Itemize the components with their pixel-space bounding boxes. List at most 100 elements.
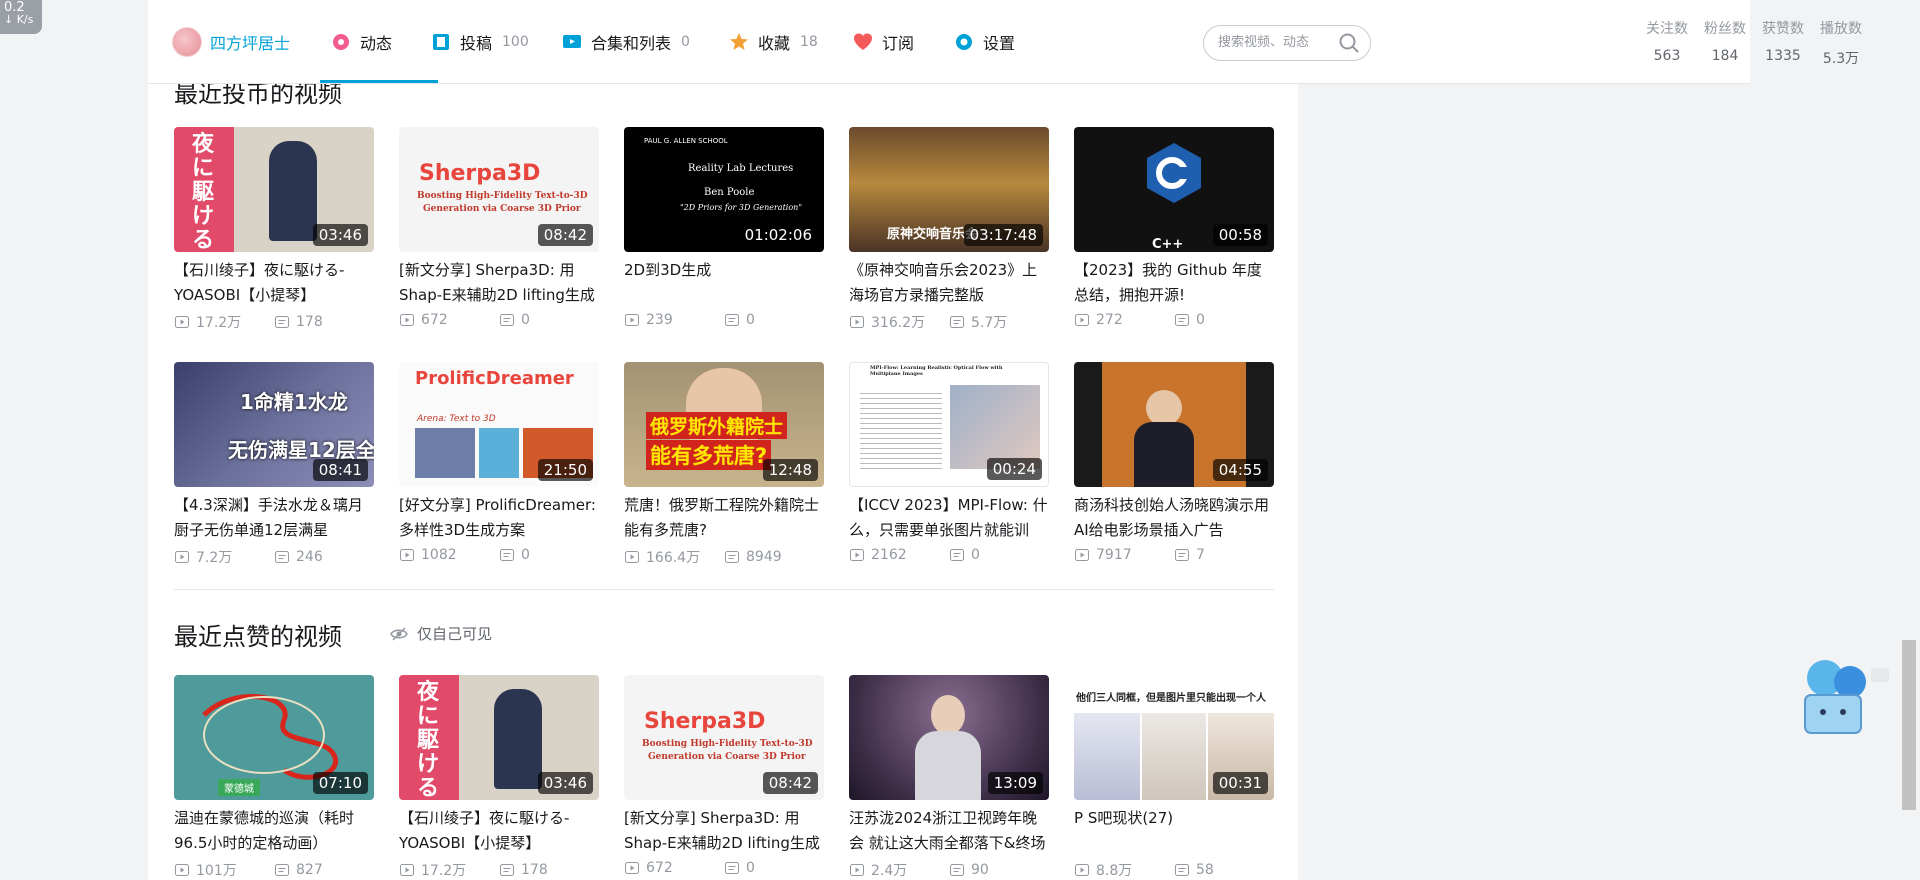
- danmaku-icon: [500, 549, 514, 561]
- speaker-body: [1134, 422, 1194, 487]
- video-title[interactable]: [好文分享] ProlificDreamer: 多样性3D生成方案: [399, 493, 599, 543]
- danmaku-icon: [500, 314, 514, 326]
- video-title[interactable]: 商汤科技创始人汤晓鸥演示用AI给电影场景插入广告: [1074, 493, 1274, 543]
- video-card[interactable]: Sherpa3D Boosting High-Fidelity Text-to-…: [624, 675, 824, 876]
- video-card[interactable]: 1命精1水龙 无伤满星12层全 08:41 【4.3深渊】手法水龙＆璃月厨子无伤…: [174, 362, 374, 567]
- video-title[interactable]: 【2023】我的 Github 年度总结，拥抱开源!: [1074, 258, 1274, 308]
- video-thumbnail[interactable]: 夜に駆ける 03:46: [399, 675, 599, 800]
- video-title[interactable]: 2D到3D生成: [624, 258, 824, 308]
- video-thumbnail[interactable]: 13:09: [849, 675, 1049, 800]
- play-icon: [1075, 549, 1089, 561]
- nav-collections[interactable]: 合集和列表 0: [561, 28, 690, 56]
- video-card[interactable]: 原神交响音乐会 03:17:48 《原神交响音乐会2023》上海场官方录播完整版…: [849, 127, 1049, 332]
- search-placeholder: 搜索视频、动态: [1218, 35, 1310, 50]
- video-title[interactable]: [新文分享] Sherpa3D: 用Shap-E来辅助2D lifting生成: [624, 806, 824, 856]
- video-card[interactable]: 夜に駆ける 03:46 【石川绫子】夜に駆ける-YOASOBI【小提琴】 17.…: [399, 675, 599, 880]
- nav-subscriptions[interactable]: 订阅: [852, 28, 914, 56]
- video-card[interactable]: C++ 00:58 【2023】我的 Github 年度总结，拥抱开源! 272…: [1074, 127, 1274, 328]
- danmaku-icon: [725, 551, 739, 563]
- video-title[interactable]: 【石川绫子】夜に駆ける-YOASOBI【小提琴】: [399, 806, 599, 856]
- video-card[interactable]: 他们三人同框，但是图片里只能出现一个人 00:31 P S吧现状(27) 8.8…: [1074, 675, 1274, 880]
- play-icon: [400, 314, 414, 326]
- video-thumbnail[interactable]: MPI-Flow: Learning Realistic Optical Flo…: [849, 362, 1049, 487]
- video-thumbnail[interactable]: 夜に駆ける 03:46: [174, 127, 374, 252]
- stat-value: 1335: [1765, 48, 1801, 64]
- play-icon: [1075, 314, 1089, 326]
- nav-favorites[interactable]: 收藏 18: [728, 28, 818, 56]
- space-search-input[interactable]: 搜索视频、动态: [1203, 25, 1371, 61]
- video-card[interactable]: MPI-Flow: Learning Realistic Optical Flo…: [849, 362, 1049, 563]
- thumb-render: [415, 428, 475, 478]
- danmaku-count: 0: [724, 312, 824, 328]
- danmaku-icon: [950, 316, 964, 328]
- video-thumbnail[interactable]: 蒙德城 07:10: [174, 675, 374, 800]
- avatar: [172, 27, 202, 57]
- nav-uploads[interactable]: 投稿 100: [430, 28, 529, 56]
- video-title[interactable]: 【4.3深渊】手法水龙＆璃月厨子无伤单通12层满星: [174, 493, 374, 543]
- nav-settings[interactable]: 设置: [953, 28, 1015, 56]
- video-thumbnail[interactable]: 俄罗斯外籍院士 能有多荒唐? 12:48: [624, 362, 824, 487]
- thumb-caption: Ben Poole: [704, 187, 755, 198]
- nav-home[interactable]: 四方坪居士: [172, 27, 290, 57]
- video-title[interactable]: 《原神交响音乐会2023》上海场官方录播完整版: [849, 258, 1049, 308]
- thumb-caption: MPI-Flow: Learning Realistic Optical Flo…: [870, 365, 1003, 377]
- video-thumbnail[interactable]: 04:55: [1074, 362, 1274, 487]
- video-duration: 00:58: [1212, 224, 1268, 246]
- video-thumbnail[interactable]: Sherpa3D Boosting High-Fidelity Text-to-…: [624, 675, 824, 800]
- danmaku-count: 0: [949, 547, 1049, 563]
- play-icon: [625, 551, 639, 563]
- video-thumbnail[interactable]: Sherpa3D Boosting High-Fidelity Text-to-…: [399, 127, 599, 252]
- video-duration: 12:48: [762, 459, 818, 481]
- stat-value: 184: [1711, 48, 1739, 64]
- video-card[interactable]: 夜に駆ける 03:46 【石川绫子】夜に駆ける-YOASOBI【小提琴】 17.…: [174, 127, 374, 332]
- stat-followers[interactable]: 粉丝数 184: [1696, 18, 1754, 68]
- video-title[interactable]: 【ICCV 2023】MPI-Flow: 什么，只需要单张图片就能训: [849, 493, 1049, 543]
- video-card[interactable]: 俄罗斯外籍院士 能有多荒唐? 12:48 荒唐！俄罗斯工程院外籍院士能有多荒唐?…: [624, 362, 824, 567]
- play-count: 672: [624, 860, 724, 876]
- nav-collections-count: 0: [681, 34, 690, 50]
- video-title[interactable]: 荒唐！俄罗斯工程院外籍院士能有多荒唐?: [624, 493, 824, 543]
- video-card[interactable]: ProlificDreamer Arena: Text to 3D 21:50 …: [399, 362, 599, 563]
- video-duration: 13:09: [987, 772, 1043, 794]
- singer-body: [915, 731, 981, 800]
- thumb-caption: Boosting High-Fidelity Text-to-3D: [642, 739, 813, 749]
- search-icon[interactable]: [1338, 32, 1360, 54]
- video-title[interactable]: [新文分享] Sherpa3D: 用Shap-E来辅助2D lifting生成: [399, 258, 599, 308]
- stat-label: 获赞数: [1762, 21, 1804, 37]
- stat-following[interactable]: 关注数 563: [1638, 18, 1696, 68]
- page-scrollbar[interactable]: [1902, 640, 1916, 810]
- video-thumbnail[interactable]: ProlificDreamer Arena: Text to 3D 21:50: [399, 362, 599, 487]
- thumb-caption: C++: [1152, 237, 1184, 252]
- play-count: 17.2万: [399, 860, 499, 880]
- mascot-widget[interactable]: [1795, 650, 1890, 745]
- nav-collections-label: 合集和列表: [591, 34, 672, 53]
- danmaku-count: 178: [274, 312, 374, 332]
- video-card[interactable]: PAUL G. ALLEN SCHOOL Reality Lab Lecture…: [624, 127, 824, 328]
- video-card[interactable]: 04:55 商汤科技创始人汤晓鸥演示用AI给电影场景插入广告 7917 7: [1074, 362, 1274, 563]
- danmaku-icon: [1175, 314, 1189, 326]
- video-stats: 316.2万 5.7万: [849, 312, 1049, 332]
- video-thumbnail[interactable]: C++ 00:58: [1074, 127, 1274, 252]
- nav-dynamic[interactable]: 动态: [330, 28, 392, 56]
- video-duration: 08:42: [537, 224, 593, 246]
- cpp-logo-icon: [1147, 143, 1201, 203]
- video-thumbnail[interactable]: 他们三人同框，但是图片里只能出现一个人 00:31: [1074, 675, 1274, 800]
- singer-head: [931, 695, 965, 735]
- thumb-caption: 俄罗斯外籍院士: [646, 412, 788, 439]
- video-card[interactable]: 13:09 汪苏泷2024浙江卫视跨年晚会 就让这大雨全都落下&终场 2.4万 …: [849, 675, 1049, 880]
- play-icon: [175, 864, 189, 876]
- video-thumbnail[interactable]: 原神交响音乐会 03:17:48: [849, 127, 1049, 252]
- video-thumbnail[interactable]: 1命精1水龙 无伤满星12层全 08:41: [174, 362, 374, 487]
- video-thumbnail[interactable]: PAUL G. ALLEN SCHOOL Reality Lab Lecture…: [624, 127, 824, 252]
- video-title[interactable]: P S吧现状(27): [1074, 806, 1274, 856]
- stat-value: 563: [1653, 48, 1681, 64]
- play-icon: [400, 549, 414, 561]
- video-stats: 7917 7: [1074, 547, 1274, 563]
- video-title[interactable]: 【石川绫子】夜に駆ける-YOASOBI【小提琴】: [174, 258, 374, 308]
- tv-mascot-icon: [1804, 660, 1889, 734]
- video-title[interactable]: 汪苏泷2024浙江卫视跨年晚会 就让这大雨全都落下&终场: [849, 806, 1049, 856]
- video-card[interactable]: 蒙德城 07:10 温迪在蒙德城的巡演（耗时96.5小时的定格动画） 101万 …: [174, 675, 374, 880]
- video-title[interactable]: 温迪在蒙德城的巡演（耗时96.5小时的定格动画）: [174, 806, 374, 856]
- video-duration: 01:02:06: [738, 224, 818, 246]
- video-card[interactable]: Sherpa3D Boosting High-Fidelity Text-to-…: [399, 127, 599, 328]
